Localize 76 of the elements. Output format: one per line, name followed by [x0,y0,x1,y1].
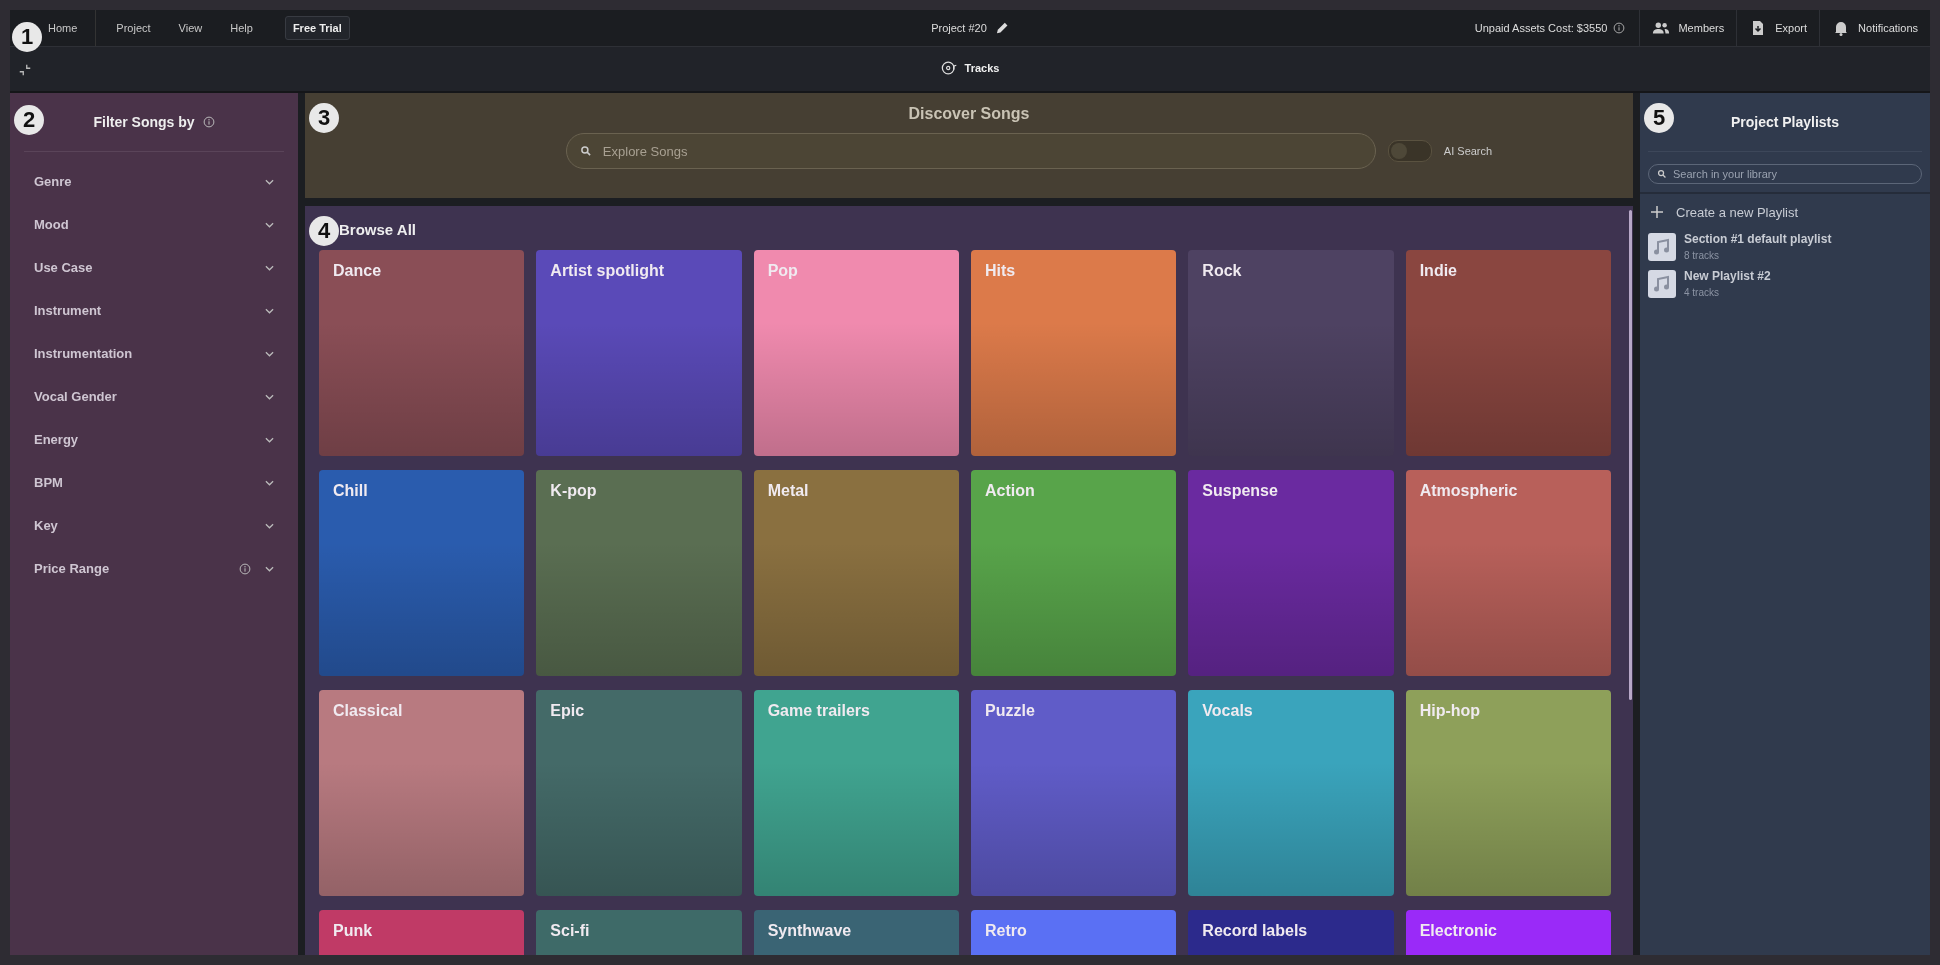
menu-item[interactable]: Project [102,10,165,46]
ai-search-label: AI Search [1443,145,1493,157]
chevron-down-icon [265,350,274,357]
genre-card[interactable]: Synthwave [753,910,959,955]
filter-dropdown[interactable]: Price Range [24,547,284,590]
search-icon [579,145,592,157]
filter-dropdown[interactable]: Mood [24,203,284,246]
ai-search-toggle[interactable] [1387,140,1432,162]
genre-card[interactable]: Puzzle [971,690,1177,896]
annotation-marker: 1 [12,22,42,52]
discover-title: Discover Songs [908,105,1030,123]
members-button[interactable]: Members [1639,10,1737,46]
genre-card[interactable]: Indie [1405,250,1611,456]
genre-card[interactable]: Epic [536,690,742,896]
genre-card[interactable]: K-pop [536,470,742,676]
project-title: Project #20 [931,22,987,34]
genre-card[interactable]: Punk [319,910,525,955]
chevron-down-icon [265,436,274,443]
export-button[interactable]: Export [1736,10,1820,46]
playlist-name[interactable]: Section #1 default playlist [1684,232,1832,246]
plus-icon [1648,204,1666,220]
track-count: 8 tracks [1684,250,1720,261]
notifications-button[interactable]: Notifications [1819,10,1930,46]
filter-dropdown[interactable]: Instrument [24,289,284,332]
chevron-down-icon [265,264,274,271]
genre-card[interactable]: Chill [319,470,525,676]
browse-title: Browse All [339,221,417,238]
genre-card[interactable]: Dance [319,250,525,456]
search-icon [1657,169,1667,179]
chevron-down-icon [265,178,274,185]
filter-title: Filter Songs by [93,114,195,130]
people-icon [1652,20,1671,36]
chevron-down-icon [265,565,274,572]
search-field[interactable]: Explore Songs [565,133,1376,169]
info-icon[interactable] [202,116,215,128]
genre-card[interactable]: Record labels [1188,910,1394,955]
genre-card[interactable]: Electronic [1405,910,1611,955]
filter-dropdown[interactable]: Instrumentation [24,332,284,375]
chevron-down-icon [265,479,274,486]
genre-card[interactable]: Suspense [1188,470,1394,676]
chevron-down-icon [265,307,274,314]
chevron-down-icon [265,522,274,529]
scrollbar[interactable] [1629,210,1632,700]
library-search-field[interactable]: Search in your library [1648,164,1922,184]
annotation-marker: 4 [309,216,339,246]
chevron-down-icon [265,221,274,228]
info-icon[interactable] [1613,22,1626,34]
filter-dropdown[interactable]: Vocal Gender [24,375,284,418]
filter-dropdown[interactable]: BPM [24,461,284,504]
menu-item[interactable]: View [164,10,217,46]
genre-card[interactable]: Atmospheric [1405,470,1611,676]
track-count: 4 tracks [1684,287,1720,298]
filter-dropdown[interactable]: Genre [24,160,284,203]
filter-dropdown[interactable]: Key [24,504,284,547]
genre-card[interactable]: Metal [753,470,959,676]
annotation-marker: 2 [14,105,44,135]
filter-dropdown[interactable]: Energy [24,418,284,461]
music-note-icon [1648,232,1676,261]
menu-item[interactable]: Help [216,10,267,46]
collapse-icon[interactable] [18,63,32,77]
music-note-icon [1648,269,1676,298]
info-icon[interactable] [239,562,251,575]
create-playlist-button[interactable]: Create a new Playlist [1648,200,1922,224]
annotation-marker: 5 [1644,103,1674,133]
disc-icon [940,60,959,76]
tracks-tab[interactable]: Tracks [932,54,1008,84]
playlist-name[interactable]: New Playlist #2 [1684,269,1771,283]
genre-card[interactable]: Sci-fi [536,910,742,955]
edit-icon[interactable] [994,21,1009,35]
free-trial-button[interactable]: Free Trial [284,16,350,40]
genre-card[interactable]: Artist spotlight [536,250,742,456]
genre-card[interactable]: Retro [971,910,1177,955]
chevron-down-icon [265,393,274,400]
unpaid-cost-text: Unpaid Assets Cost: $3550 [1474,22,1608,34]
filter-dropdown[interactable]: Use Case [24,246,284,289]
annotation-marker: 3 [309,103,339,133]
